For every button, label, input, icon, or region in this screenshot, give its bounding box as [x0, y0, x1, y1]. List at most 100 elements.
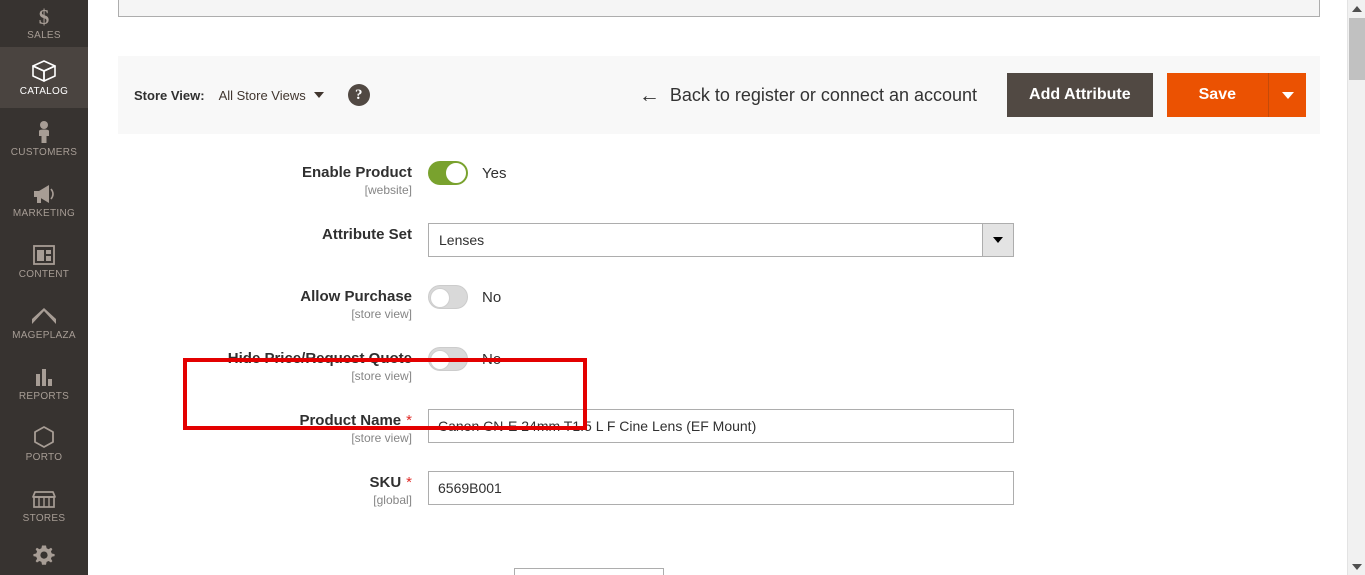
sidebar-item-sales[interactable]: $ SALES: [0, 0, 88, 47]
field-label: Attribute Set: [322, 226, 412, 243]
sidebar-item-label: SALES: [27, 30, 61, 41]
field-enable-product: Enable Product [website] Yes: [88, 160, 1347, 222]
chevron-down-icon: [1281, 91, 1294, 99]
field-label-col: Hide Price/Request Quote [store view]: [88, 346, 428, 384]
add-attribute-button[interactable]: Add Attribute: [1007, 73, 1153, 117]
field-scope: [store view]: [351, 431, 412, 445]
layout-icon: [32, 242, 56, 266]
field-label: Enable Product: [301, 164, 412, 181]
field-scope: [global]: [373, 493, 412, 507]
field-product-name: Product Name * [store view]: [88, 408, 1347, 470]
product-name-input[interactable]: [428, 409, 1014, 443]
hide-price-request-quote-toggle[interactable]: [428, 347, 468, 371]
sidebar-item-customers[interactable]: CUSTOMERS: [0, 108, 88, 169]
field-label-col: Enable Product [website]: [88, 160, 428, 198]
field-label: Hide Price/Request Quote: [227, 350, 412, 367]
admin-product-edit-page: $ SALES CATALOG CUSTOMERS MARKETING CONT…: [0, 0, 1365, 575]
attribute-set-value[interactable]: Lenses: [428, 223, 982, 257]
field-control-col: [428, 470, 1347, 505]
field-scope: [store view]: [351, 307, 412, 321]
toggle-knob: [430, 288, 450, 308]
field-label-col: SKU * [global]: [88, 470, 428, 508]
sidebar-item-marketing[interactable]: MARKETING: [0, 169, 88, 230]
chevron-down-icon: [993, 237, 1003, 243]
select-dropdown-toggle[interactable]: [982, 223, 1014, 257]
toggle-wrap: Yes: [428, 161, 1347, 185]
person-icon: [36, 120, 52, 144]
field-attribute-set: Attribute Set Lenses: [88, 222, 1347, 284]
field-scope: [store view]: [351, 369, 412, 383]
dollar-icon: $: [34, 3, 54, 27]
toggle-wrap: No: [428, 347, 1347, 371]
sidebar-item-label: CUSTOMERS: [10, 146, 78, 158]
sidebar-item-label: PORTO: [25, 451, 63, 463]
save-button-group: Save: [1166, 73, 1306, 117]
field-label: SKU: [369, 474, 402, 491]
scrollbar-down-arrow[interactable]: [1348, 558, 1365, 575]
sidebar-item-label: REPORTS: [18, 390, 70, 402]
field-scope: [website]: [364, 183, 412, 197]
sidebar-item-label: CATALOG: [19, 85, 69, 97]
store-view-label: Store View:: [134, 87, 205, 103]
page-scrollbar[interactable]: [1347, 0, 1365, 575]
partial-panel-above: [118, 0, 1320, 17]
required-marker: *: [406, 474, 412, 491]
enable-product-toggle[interactable]: [428, 161, 468, 185]
toggle-knob: [430, 350, 450, 370]
megaphone-icon: [31, 181, 57, 205]
field-control-col: Yes: [428, 160, 1347, 185]
sidebar-item-label: MAGEPLAZA: [12, 329, 76, 341]
attribute-set-select[interactable]: Lenses: [428, 223, 1014, 257]
help-icon[interactable]: ?: [347, 84, 370, 106]
field-control-col: No: [428, 346, 1347, 371]
save-options-toggle[interactable]: [1268, 73, 1306, 117]
sidebar-item-content[interactable]: CONTENT: [0, 230, 88, 291]
field-label-col: Attribute Set: [88, 222, 428, 244]
sidebar-item-mageplaza[interactable]: MAGEPLAZA: [0, 291, 88, 352]
field-control-col: [428, 408, 1347, 443]
sidebar-item-reports[interactable]: REPORTS: [0, 352, 88, 413]
store-icon: [31, 486, 57, 510]
field-sku: SKU * [global]: [88, 470, 1347, 532]
required-marker: *: [406, 412, 412, 429]
field-label: Allow Purchase: [300, 288, 412, 305]
main-content-area: Store View: All Store Views ? ← Back to …: [88, 0, 1347, 575]
store-view-value: All Store Views: [218, 87, 306, 103]
sku-input[interactable]: [428, 471, 1014, 505]
allow-purchase-toggle[interactable]: [428, 285, 468, 309]
field-allow-purchase: Allow Purchase [store view] No: [88, 284, 1347, 346]
sidebar-item-porto[interactable]: PORTO: [0, 413, 88, 474]
field-label: Product Name: [299, 412, 402, 429]
partial-input-below[interactable]: [514, 568, 664, 575]
hexagon-icon: [33, 425, 55, 449]
field-control-col: Lenses: [428, 222, 1347, 257]
store-view-switcher[interactable]: All Store Views: [219, 88, 324, 103]
sidebar-item-label: STORES: [22, 512, 66, 524]
save-button[interactable]: Save: [1166, 73, 1268, 117]
box-icon: [31, 59, 57, 83]
scrollbar-up-arrow[interactable]: [1348, 0, 1365, 17]
chevron-up-icon: [30, 303, 58, 327]
back-link-label: Back to register or connect an account: [669, 84, 978, 105]
arrow-left-icon: ←: [638, 83, 660, 107]
bar-chart-icon: [33, 364, 55, 388]
toggle-state-text: Yes: [482, 164, 507, 182]
sidebar-item-label: MARKETING: [12, 207, 76, 219]
toggle-state-text: No: [482, 350, 502, 368]
product-form: Enable Product [website] Yes Attribute S…: [88, 160, 1347, 532]
page-header-bar: Store View: All Store Views ? ← Back to …: [118, 56, 1320, 134]
sidebar-item-catalog[interactable]: CATALOG: [0, 47, 88, 108]
sidebar-item-label: CONTENT: [18, 268, 70, 280]
field-hide-price-request-quote: Hide Price/Request Quote [store view] No: [88, 346, 1347, 408]
back-link[interactable]: ← Back to register or connect an account: [639, 85, 977, 106]
field-control-col: No: [428, 284, 1347, 309]
sidebar-item-system[interactable]: [0, 535, 88, 570]
toggle-wrap: No: [428, 285, 1347, 309]
triangle-down-icon: [1351, 563, 1362, 570]
sidebar-item-stores[interactable]: STORES: [0, 474, 88, 535]
gear-icon: [32, 543, 56, 567]
svg-text:$: $: [39, 5, 50, 27]
field-label-col: Allow Purchase [store view]: [88, 284, 428, 322]
scrollbar-thumb[interactable]: [1349, 18, 1365, 80]
admin-sidebar: $ SALES CATALOG CUSTOMERS MARKETING CONT…: [0, 0, 88, 575]
